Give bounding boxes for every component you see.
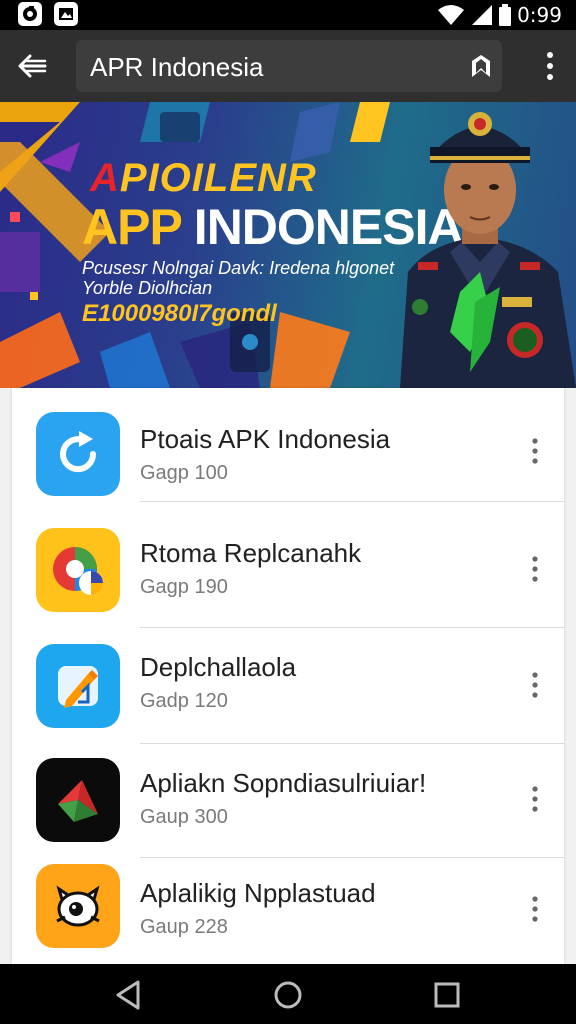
more-vert-icon[interactable] xyxy=(528,894,542,924)
app-name: Aplalikig Npplastuad xyxy=(140,878,376,908)
app-size: Gagp 100 xyxy=(140,462,228,484)
app-icon xyxy=(36,528,120,612)
bookmark-icon[interactable] xyxy=(468,53,494,79)
arrow-shape-icon xyxy=(58,780,98,822)
app-size: Gagp 190 xyxy=(140,576,228,598)
app-icon xyxy=(36,758,120,842)
app-size: Gaup 300 xyxy=(140,806,228,828)
refresh-icon xyxy=(60,431,97,473)
banner-subtitle-line1: Pcusesr Nolngai Davk: Iredena hlgonet xyxy=(82,258,395,278)
app-name: Apliakn Sopndiasulriuiar! xyxy=(140,768,427,798)
banner-subtitle-line2: Yorble Diolhcian xyxy=(82,278,213,298)
divider xyxy=(140,627,564,628)
back-button[interactable] xyxy=(14,50,50,82)
more-vert-icon[interactable] xyxy=(528,784,542,814)
wifi-icon xyxy=(438,5,465,25)
more-vert-icon[interactable] xyxy=(528,670,542,700)
list-item[interactable]: Rtoma Replcanahk Gagp 190 xyxy=(12,514,564,628)
more-vert-icon[interactable] xyxy=(528,436,542,466)
back-arrow-icon xyxy=(18,54,47,78)
back-triangle-icon[interactable] xyxy=(112,978,146,1012)
recents-square-icon[interactable] xyxy=(430,978,464,1012)
pencil-edit-icon xyxy=(58,666,98,708)
banner-title-line1: APIOILENR xyxy=(90,156,317,200)
title-field[interactable]: APR Indonesia xyxy=(76,40,502,92)
app-notification-icon xyxy=(18,2,42,26)
system-nav-bar xyxy=(0,964,576,1024)
officer-illustration xyxy=(400,112,576,388)
promo-banner[interactable]: APIOILENR APP INDONESIA Pcusesr Nolngai … xyxy=(0,102,576,388)
list-item[interactable]: Apliakn Sopndiasulriuiar! Gaup 300 xyxy=(12,744,564,858)
app-size: Gaup 228 xyxy=(140,916,228,938)
home-circle-icon[interactable] xyxy=(271,978,305,1012)
app-toolbar: APR Indonesia xyxy=(0,30,576,102)
more-vert-icon[interactable] xyxy=(528,554,542,584)
divider xyxy=(140,501,564,502)
photo-notification-icon xyxy=(54,2,78,26)
list-item[interactable]: Deplchallaola Gadp 120 xyxy=(12,630,564,744)
list-item[interactable]: Aplalikig Npplastuad Gaup 228 xyxy=(12,854,564,964)
app-name: Rtoma Replcanahk xyxy=(140,538,362,568)
list-item[interactable]: Ptoais APK Indonesia Gagp 100 xyxy=(12,388,564,502)
page-title: APR Indonesia xyxy=(90,52,264,82)
app-icon xyxy=(36,644,120,728)
status-bar: 0:99 xyxy=(0,0,576,30)
app-icon xyxy=(36,864,120,948)
app-name: Ptoais APK Indonesia xyxy=(140,424,391,454)
banner-code: E1000980I7gondl xyxy=(82,300,277,327)
cat-face-icon xyxy=(56,885,100,927)
app-name: Deplchallaola xyxy=(140,652,297,682)
globe-browser-icon xyxy=(53,547,103,595)
more-vert-icon[interactable] xyxy=(542,50,558,82)
battery-icon xyxy=(499,4,512,26)
app-icon xyxy=(36,412,120,496)
app-list: Ptoais APK Indonesia Gagp 100 Rtoma Repl… xyxy=(12,388,564,964)
app-size: Gadp 120 xyxy=(140,690,228,712)
status-time: 0:99 xyxy=(517,3,562,27)
signal-icon xyxy=(472,5,493,25)
